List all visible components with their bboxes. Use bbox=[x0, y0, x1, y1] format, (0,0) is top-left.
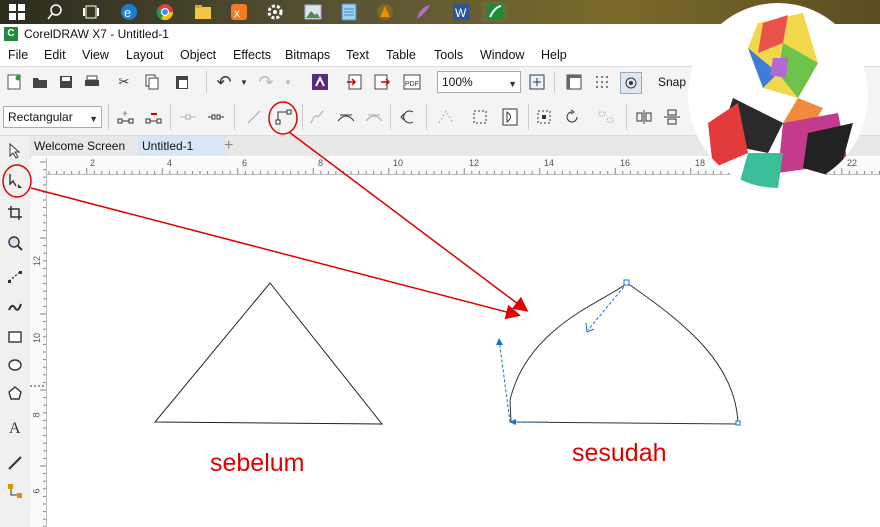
avatar bbox=[688, 3, 868, 188]
annotation-arrow bbox=[288, 131, 529, 312]
annotation-circle bbox=[268, 101, 298, 135]
geometric-portrait-icon bbox=[708, 13, 853, 188]
annotation-arrow bbox=[30, 187, 521, 320]
annotation-circle bbox=[2, 164, 32, 198]
